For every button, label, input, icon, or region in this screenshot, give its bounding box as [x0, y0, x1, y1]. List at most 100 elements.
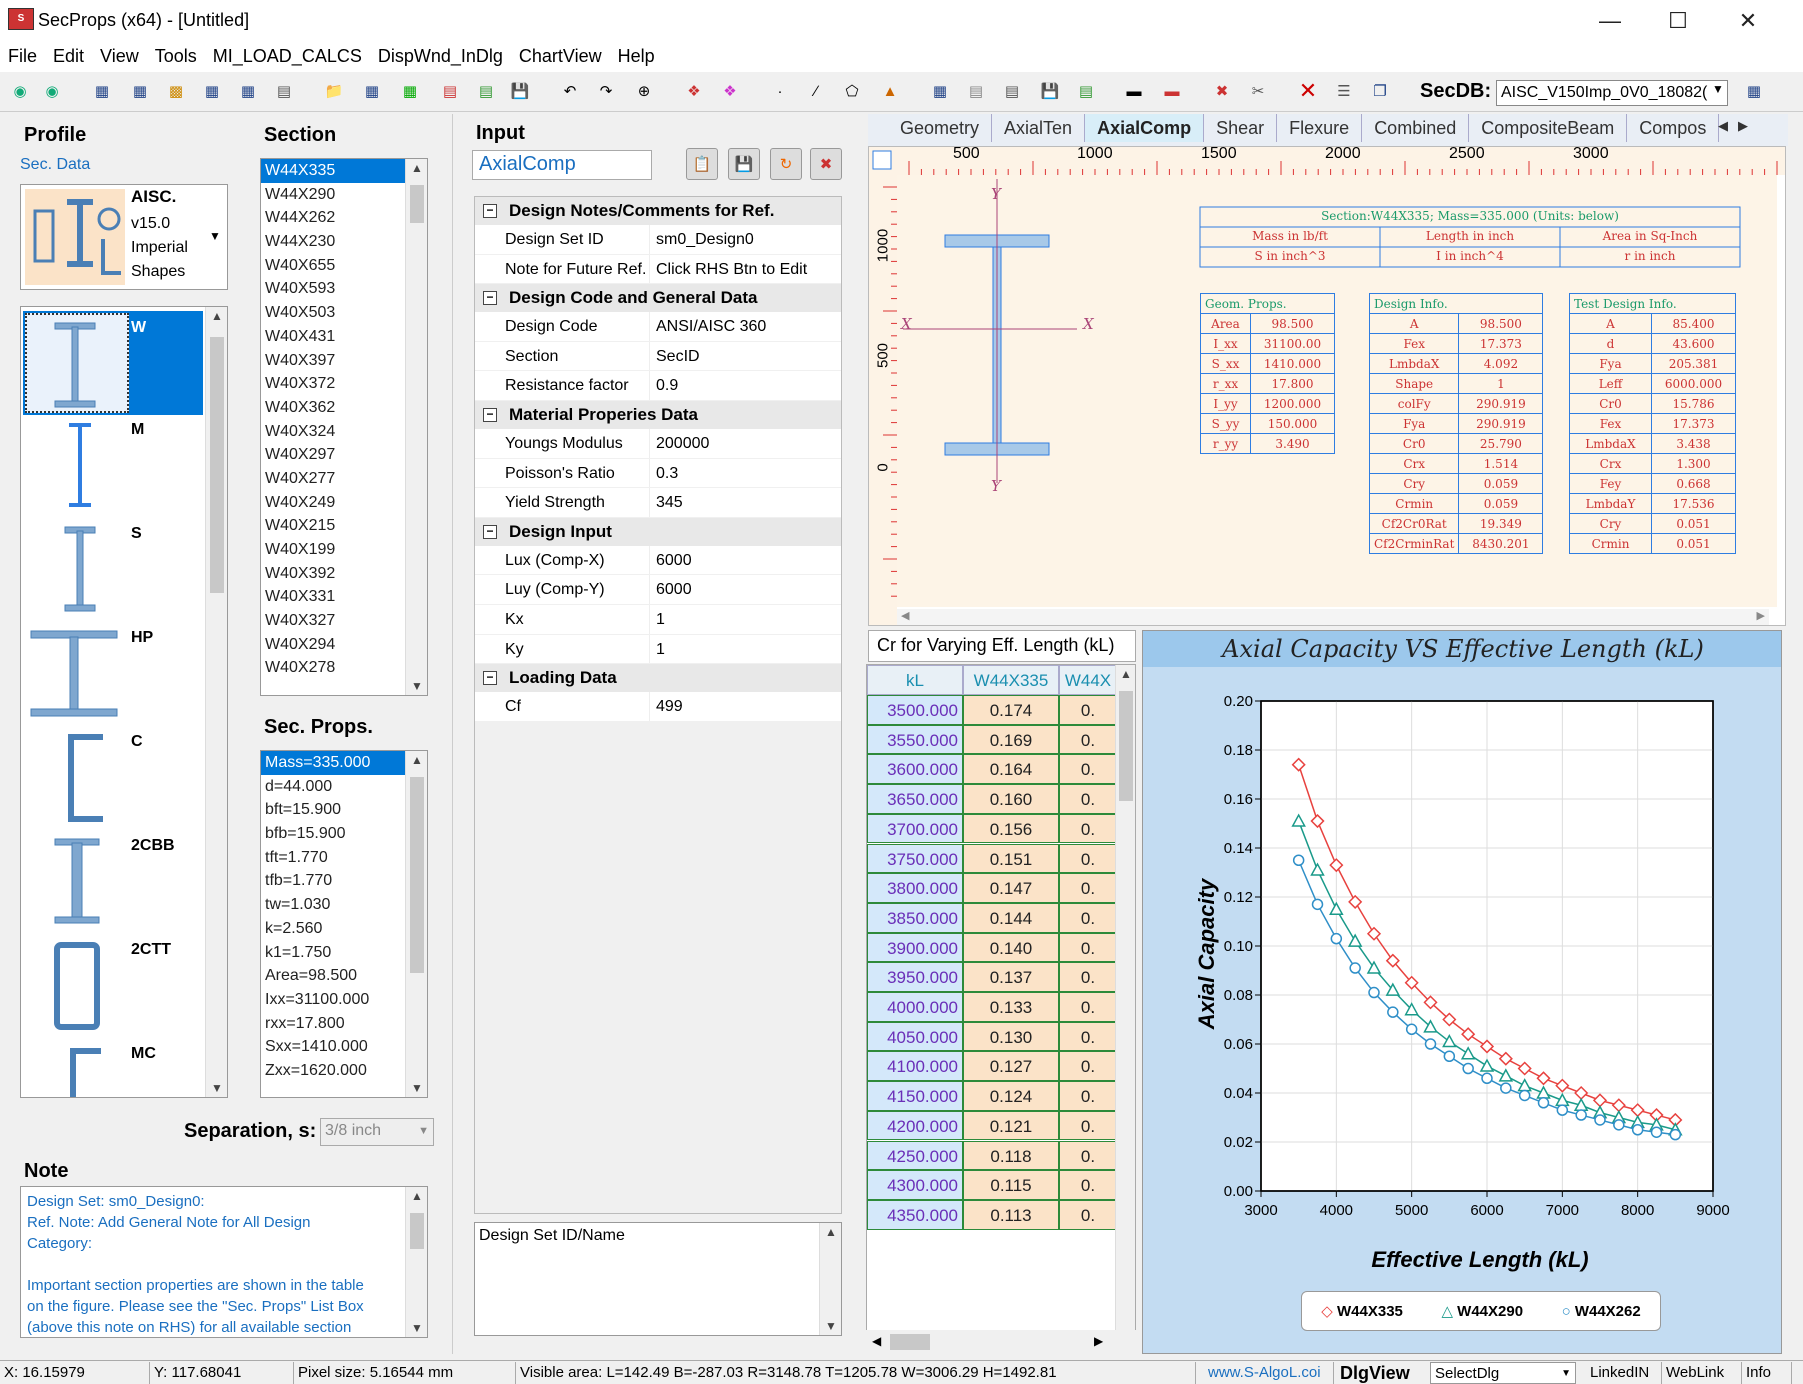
- grid-header[interactable]: W44X: [1059, 665, 1117, 695]
- grid-kl-cell[interactable]: 4300.000: [867, 1170, 963, 1200]
- pg-value[interactable]: 345: [650, 488, 683, 517]
- secprops-item[interactable]: Ixx=31100.000: [261, 988, 427, 1012]
- pg-group-header[interactable]: − Loading Data: [475, 664, 841, 693]
- save-icon[interactable]: 💾: [508, 79, 532, 103]
- pg-row[interactable]: Design Code ANSI/AISC 360: [475, 312, 841, 342]
- shape-item-m[interactable]: M: [21, 417, 221, 507]
- grid-value-cell[interactable]: 0.: [1059, 1170, 1117, 1200]
- section-item[interactable]: W40X372: [261, 372, 427, 396]
- save-icon[interactable]: 💾: [728, 148, 760, 180]
- design-name-field[interactable]: AxialComp: [472, 150, 652, 180]
- grid-kl-cell[interactable]: 3700.000: [867, 813, 963, 844]
- eye-icon[interactable]: ◉: [8, 79, 32, 103]
- pg-value[interactable]: 1: [650, 635, 665, 664]
- chevron-up-icon[interactable]: ▲: [820, 1225, 841, 1239]
- section-list-scrollbar[interactable]: ▲ ▼: [405, 159, 427, 695]
- pg-value[interactable]: sm0_Design0: [650, 225, 754, 254]
- chevron-up-icon[interactable]: ▲: [406, 753, 427, 767]
- section-item[interactable]: W44X262: [261, 206, 427, 230]
- pg-group-header[interactable]: − Design Notes/Comments for Ref.: [475, 197, 841, 225]
- separation-select[interactable]: 3/8 inch ▼: [320, 1118, 434, 1146]
- tab-compositebeam[interactable]: CompositeBeam: [1469, 114, 1628, 142]
- section-item[interactable]: W40X331: [261, 585, 427, 609]
- grid-value-cell[interactable]: 0.156: [963, 813, 1059, 844]
- secprops-item[interactable]: rxx=17.800: [261, 1012, 427, 1036]
- paste-icon[interactable]: 📋: [686, 148, 718, 180]
- chevron-down-icon[interactable]: ▼: [418, 1125, 429, 1137]
- collapse-icon[interactable]: −: [483, 407, 497, 422]
- tab-scroll-left-icon[interactable]: ◀: [1718, 118, 1728, 134]
- grid-kl-cell[interactable]: 3650.000: [867, 784, 963, 814]
- database-icon[interactable]: ▩: [164, 79, 188, 103]
- pin-alt-icon[interactable]: ❖: [718, 79, 742, 103]
- secprops-item[interactable]: k=2.560: [261, 917, 427, 941]
- pg-value[interactable]: Click RHS Btn to Edit: [650, 255, 807, 284]
- grid-value-cell[interactable]: 0.: [1059, 992, 1117, 1022]
- collapse-icon[interactable]: −: [483, 204, 497, 218]
- paint-icon[interactable]: ▲: [878, 79, 902, 103]
- pg-value[interactable]: 200000: [650, 429, 709, 458]
- grid-header[interactable]: kL: [867, 665, 963, 695]
- fill-icon[interactable]: ▬: [1160, 79, 1184, 103]
- chevron-down-icon[interactable]: ▼: [1561, 1363, 1571, 1383]
- section-list[interactable]: W44X335 W44X290 W44X262 W44X230 W40X655 W40X5…: [260, 158, 428, 696]
- pg-value[interactable]: 1: [650, 605, 665, 634]
- grid-value-cell[interactable]: 0.121: [963, 1110, 1059, 1141]
- chevron-up-icon[interactable]: ▲: [406, 161, 427, 175]
- section-item[interactable]: W44X290: [261, 183, 427, 207]
- shape-list[interactable]: W M S HP C 2CBB 2CTT MC ▲ ▼: [20, 306, 228, 1098]
- grid-value-cell[interactable]: 0.: [1059, 962, 1117, 992]
- table-icon[interactable]: ▦: [200, 79, 224, 103]
- grid-value-cell[interactable]: 0.115: [963, 1170, 1059, 1200]
- minimize-icon[interactable]: —: [1590, 8, 1630, 34]
- tab-shear[interactable]: Shear: [1204, 114, 1278, 142]
- chevron-down-icon[interactable]: ▼: [406, 1321, 427, 1335]
- pg-group-header[interactable]: − Design Input: [475, 517, 841, 546]
- drawing-view[interactable]: X X Y Y 500 1000 1500 2000 2500 3000 1000 500 0…: [868, 146, 1786, 626]
- shape-item-w[interactable]: W: [21, 311, 221, 415]
- pdf-icon[interactable]: ▤: [438, 79, 462, 103]
- section-item[interactable]: W44X230: [261, 230, 427, 254]
- chevron-up-icon[interactable]: ▲: [1116, 667, 1135, 681]
- clear-icon[interactable]: ✖: [810, 148, 842, 180]
- database-select[interactable]: AISC. v15.0 Imperial Shapes ▼: [20, 184, 228, 290]
- pg-row[interactable]: Note for Future Ref. Click RHS Btn to Edi…: [475, 254, 841, 285]
- polygon-icon[interactable]: ⬠: [840, 79, 864, 103]
- grid-value-cell[interactable]: 0.164: [963, 754, 1059, 785]
- pg-row[interactable]: Cf 499: [475, 692, 841, 722]
- pg-group-header[interactable]: − Design Code and General Data: [475, 284, 841, 313]
- grid-value-cell[interactable]: 0.118: [963, 1140, 1059, 1171]
- section-item[interactable]: W40X397: [261, 349, 427, 373]
- chevron-up-icon[interactable]: ▲: [406, 1189, 427, 1203]
- point-icon[interactable]: ·: [768, 79, 792, 103]
- weblink-link[interactable]: WebLink: [1662, 1362, 1742, 1384]
- section-item[interactable]: W40X503: [261, 301, 427, 325]
- secdb-select[interactable]: AISC_V150Imp_0V0_18082(: [1496, 80, 1728, 106]
- chevron-down-icon[interactable]: ▼: [406, 679, 427, 693]
- collapse-icon[interactable]: −: [483, 291, 497, 306]
- section-item[interactable]: W40X324: [261, 420, 427, 444]
- secprops-scrollbar[interactable]: ▲ ▼: [405, 751, 427, 1097]
- tab-flexure[interactable]: Flexure: [1277, 114, 1363, 142]
- pg-value[interactable]: 6000: [650, 546, 692, 575]
- grid-value-cell[interactable]: 0.: [1059, 1021, 1117, 1052]
- chevron-left-icon[interactable]: ◀: [901, 609, 909, 622]
- grid-kl-cell[interactable]: 4050.000: [867, 1021, 963, 1052]
- grid-kl-cell[interactable]: 3800.000: [867, 873, 963, 903]
- note-scrollbar[interactable]: ▲ ▼: [405, 1187, 427, 1337]
- secprops-item[interactable]: Mass=335.000: [261, 751, 427, 775]
- pg-row[interactable]: Resistance factor 0.9: [475, 371, 841, 401]
- chevron-down-icon[interactable]: ▼: [820, 1319, 841, 1333]
- collapse-icon[interactable]: −: [483, 524, 497, 539]
- grid-value-cell[interactable]: 0.113: [963, 1199, 1059, 1230]
- maximize-icon[interactable]: ☐: [1658, 8, 1698, 34]
- cut-section-icon[interactable]: ✖: [1210, 79, 1234, 103]
- secprops-item[interactable]: Sxx=1410.000: [261, 1035, 427, 1059]
- shape-item-c[interactable]: C: [21, 729, 221, 822]
- menu-help[interactable]: Help: [610, 42, 663, 71]
- section-item[interactable]: W40X593: [261, 277, 427, 301]
- drawing-hscroll[interactable]: ◀ ▶: [897, 609, 1769, 625]
- section-item[interactable]: W40X249: [261, 491, 427, 515]
- note-textarea[interactable]: Design Set: sm0_Design0: Ref. Note: Add G…: [20, 1186, 428, 1338]
- dlgview-select[interactable]: SelectDlg ▼: [1430, 1362, 1576, 1384]
